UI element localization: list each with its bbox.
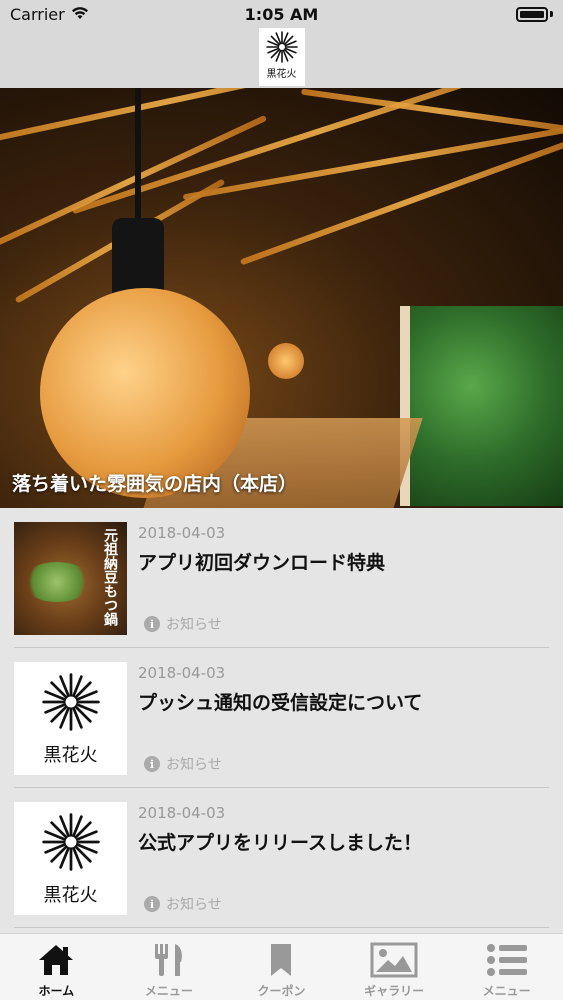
news-title: 公式アプリをリリースしました！ (138, 832, 423, 854)
thumbnail-text: 黒花火 (43, 884, 98, 906)
tab-menu-list[interactable]: メニュー (450, 934, 563, 1000)
news-date: 2018-04-03 (138, 524, 226, 542)
firework-icon (265, 31, 298, 63)
food-greens (22, 562, 92, 602)
tab-home[interactable]: ホーム (0, 934, 113, 1000)
news-category: i お知らせ (144, 754, 222, 774)
news-category-label: お知らせ (166, 897, 222, 913)
info-icon: i (144, 896, 160, 912)
news-category: i お知らせ (144, 894, 222, 914)
info-icon: i (144, 756, 160, 772)
news-list[interactable]: 元祖納豆もつ鍋 2018-04-03 アプリ初回ダウンロード特典 i お知らせ (0, 508, 563, 933)
news-category: i お知らせ (144, 614, 222, 634)
news-title: アプリ初回ダウンロード特典 (138, 552, 386, 574)
battery-icon (516, 6, 548, 22)
news-thumbnail: 元祖納豆もつ鍋 (14, 522, 127, 635)
tab-label: ホーム (38, 984, 75, 998)
news-date: 2018-04-03 (138, 804, 226, 822)
tab-menu[interactable]: メニュー (113, 934, 226, 1000)
tab-label: メニュー (144, 984, 193, 998)
tab-label: クーポン (257, 984, 306, 998)
tab-gallery[interactable]: ギャラリー (338, 934, 451, 1000)
tab-label: メニュー (482, 984, 531, 998)
news-date: 2018-04-03 (138, 664, 226, 682)
list-item[interactable]: 黒花火 2018-04-03 公式アプリをリリースしました！ i お知らせ (14, 788, 549, 928)
ceiling-beam (182, 121, 563, 201)
distant-lantern (268, 343, 304, 379)
hero-image[interactable]: 落ち着いた雰囲気の店内（本店） (0, 88, 563, 508)
home-icon (39, 945, 74, 975)
battery-tip (550, 11, 553, 17)
news-thumbnail: 黒花火 (14, 662, 127, 775)
tab-bar: ホーム メニュー クーポン ギャラリー メニュー (0, 933, 563, 1000)
status-left: Carrier (10, 5, 89, 24)
thumbnail-text: 元祖納豆もつ鍋 (102, 528, 118, 626)
carrier-label: Carrier (10, 4, 65, 24)
tab-coupon[interactable]: クーポン (225, 934, 338, 1000)
app-header: 黒花火 (0, 28, 563, 88)
hero-caption: 落ち着いた雰囲気の店内（本店） (12, 473, 298, 495)
news-title: プッシュ通知の受信設定について (138, 692, 423, 714)
garden-window (400, 306, 563, 506)
list-item[interactable]: 元祖納豆もつ鍋 2018-04-03 アプリ初回ダウンロード特典 i お知らせ (14, 508, 549, 648)
paper-lantern (40, 288, 250, 498)
battery-indicator (516, 6, 553, 22)
wifi-icon (71, 5, 89, 24)
lamp-cord (135, 88, 141, 228)
image-icon (370, 942, 418, 978)
firework-icon (41, 812, 100, 871)
news-category-label: お知らせ (166, 757, 222, 773)
news-thumbnail: 黒花火 (14, 802, 127, 915)
brand-logo[interactable]: 黒花火 (258, 28, 305, 86)
cutlery-icon (154, 944, 182, 976)
list-item[interactable]: 黒花火 2018-04-03 プッシュ通知の受信設定について i お知らせ (14, 648, 549, 788)
list-icon (486, 944, 527, 976)
news-category-label: お知らせ (166, 617, 222, 633)
firework-icon (41, 672, 100, 731)
brand-logo-text: 黒花火 (266, 69, 297, 80)
bookmark-icon (271, 944, 292, 976)
status-bar: Carrier 1:05 AM (0, 0, 563, 28)
tab-label: ギャラリー (364, 984, 425, 998)
thumbnail-text: 黒花火 (43, 744, 98, 766)
info-icon: i (144, 616, 160, 632)
